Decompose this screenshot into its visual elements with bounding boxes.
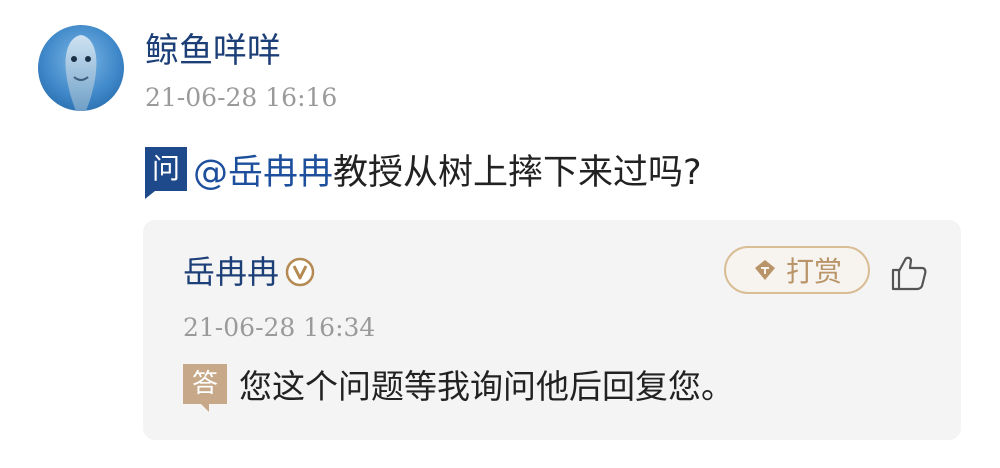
answer-text: 您这个问题等我询问他后回复您。	[239, 367, 734, 406]
reward-label: 打赏	[785, 255, 842, 288]
answer-card: 岳冉冉 打赏 21-06-28 16:34 答 您这个问题等我询问他后回复您。	[143, 220, 961, 440]
dolphin-avatar-icon	[65, 35, 97, 111]
diamond-icon	[754, 260, 775, 280]
thumbs-up-icon[interactable]	[888, 252, 930, 294]
question-line: 问 @岳冉冉 教授从树上摔下来过吗?	[145, 144, 702, 199]
answerer-row: 岳冉冉	[183, 252, 315, 292]
question-text: 教授从树上摔下来过吗?	[333, 152, 702, 193]
answer-line: 答 您这个问题等我询问他后回复您。	[183, 360, 734, 412]
asker-avatar[interactable]	[38, 25, 124, 111]
mention-link[interactable]: @岳冉冉	[193, 144, 333, 195]
asker-timestamp: 21-06-28 16:16	[145, 83, 338, 112]
answer-tag: 答	[183, 364, 227, 412]
question-tag: 问	[145, 147, 187, 199]
reward-button[interactable]: 打赏	[724, 246, 870, 294]
answer-timestamp: 21-06-28 16:34	[183, 313, 376, 342]
asker-name[interactable]: 鲸鱼咩咩	[145, 30, 281, 72]
verified-badge-icon	[285, 257, 315, 287]
answerer-name[interactable]: 岳冉冉	[183, 252, 279, 292]
